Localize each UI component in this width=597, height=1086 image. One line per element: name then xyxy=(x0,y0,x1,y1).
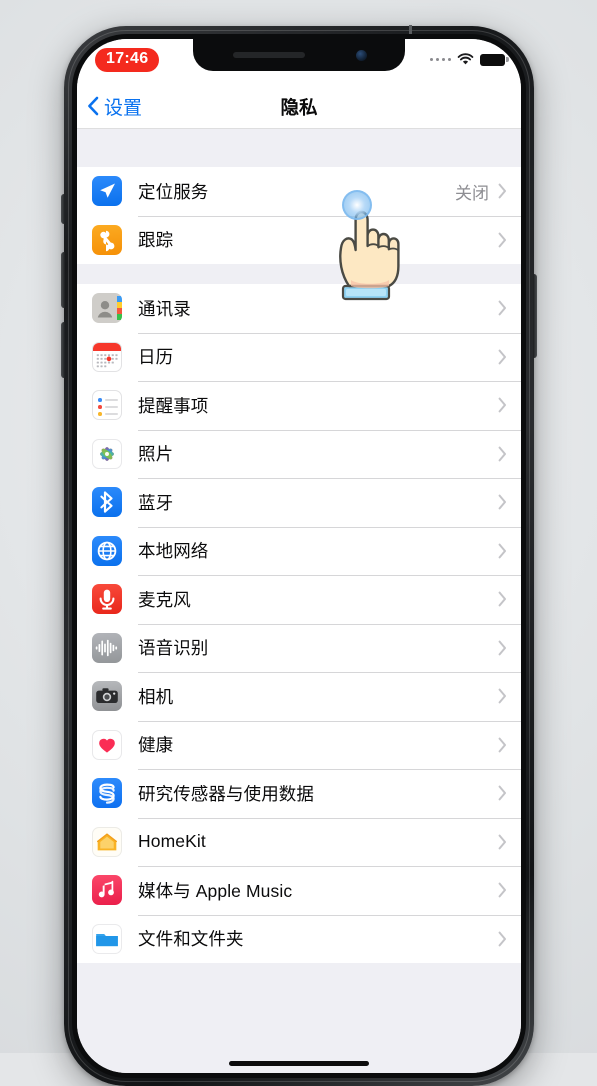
chevron-right-icon xyxy=(498,931,507,947)
row-label: 照片 xyxy=(138,444,174,465)
row-apple-music[interactable]: 媒体与 Apple Music xyxy=(77,866,521,915)
section-gap-middle xyxy=(77,264,521,284)
back-button-label: 设置 xyxy=(104,98,143,119)
page-title: 隐私 xyxy=(280,96,318,118)
back-to-settings-button[interactable]: 设置 xyxy=(87,93,142,120)
row-homekit[interactable]: HomeKit xyxy=(77,817,521,866)
chevron-right-icon xyxy=(498,300,507,316)
volume-down-button[interactable] xyxy=(61,322,65,378)
row-bluetooth[interactable]: 蓝牙 xyxy=(77,478,521,527)
chevron-right-icon xyxy=(498,349,507,365)
bluetooth-icon xyxy=(92,487,122,518)
iphone-screen: 17:46 设置 隐私 定位服务 关闭 跟踪 通讯录 日历 提醒事项 照片 蓝牙… xyxy=(77,39,521,1073)
tracking-icon xyxy=(92,224,122,255)
apple-music-icon xyxy=(92,875,122,906)
section-location-tracking: 定位服务 关闭 跟踪 xyxy=(77,167,521,264)
row-health[interactable]: 健康 xyxy=(77,720,521,769)
row-research-sensor[interactable]: 研究传感器与使用数据 xyxy=(77,769,521,818)
chevron-right-icon xyxy=(498,232,507,248)
chevron-right-icon xyxy=(498,882,507,898)
mute-switch[interactable] xyxy=(61,194,65,224)
speaker-grille xyxy=(233,52,305,58)
row-label: 媒体与 Apple Music xyxy=(138,880,293,901)
chevron-left-icon xyxy=(87,96,99,117)
row-local-network[interactable]: 本地网络 xyxy=(77,526,521,575)
row-label: 研究传感器与使用数据 xyxy=(138,783,314,804)
files-folders-icon xyxy=(92,923,122,954)
row-label: HomeKit xyxy=(138,831,206,852)
row-label: 通讯录 xyxy=(138,298,191,319)
microphone-icon xyxy=(92,584,122,615)
wifi-icon xyxy=(457,53,474,66)
row-label: 蓝牙 xyxy=(138,492,174,513)
speech-recognition-icon xyxy=(92,632,122,663)
photos-icon xyxy=(92,438,122,469)
row-contacts[interactable]: 通讯录 xyxy=(77,284,521,333)
chevron-right-icon xyxy=(498,737,507,753)
row-photos[interactable]: 照片 xyxy=(77,429,521,478)
row-label: 提醒事项 xyxy=(138,395,209,416)
iphone-device-frame: 17:46 设置 隐私 定位服务 关闭 跟踪 通讯录 日历 提醒事项 照片 蓝牙… xyxy=(61,25,537,1086)
power-button[interactable] xyxy=(533,274,537,358)
chevron-right-icon xyxy=(498,183,507,199)
row-calendar[interactable]: 日历 xyxy=(77,332,521,381)
row-label: 文件和文件夹 xyxy=(138,929,244,950)
settings-list[interactable]: 定位服务 关闭 跟踪 通讯录 日历 提醒事项 照片 蓝牙 本地网络 麦克风 语音… xyxy=(77,129,521,1073)
row-label: 健康 xyxy=(138,735,174,756)
row-microphone[interactable]: 麦克风 xyxy=(77,575,521,624)
location-services-icon xyxy=(92,176,122,207)
recording-time-badge[interactable]: 17:46 xyxy=(95,48,160,72)
row-camera[interactable]: 相机 xyxy=(77,672,521,721)
health-icon xyxy=(92,729,122,760)
camera-icon xyxy=(92,681,122,712)
row-label: 日历 xyxy=(138,347,174,368)
contacts-tab-strip xyxy=(117,296,122,321)
chevron-right-icon xyxy=(498,543,507,559)
row-speech-recognition[interactable]: 语音识别 xyxy=(77,623,521,672)
chevron-right-icon xyxy=(498,688,507,704)
chevron-right-icon xyxy=(498,640,507,656)
navigation-bar: 设置 隐私 xyxy=(77,85,521,129)
chevron-right-icon xyxy=(498,834,507,850)
row-tracking[interactable]: 跟踪 xyxy=(77,215,521,264)
calendar-icon xyxy=(92,341,122,372)
status-bar-indicators xyxy=(429,53,509,66)
row-files-folders[interactable]: 文件和文件夹 xyxy=(77,914,521,963)
chevron-right-icon xyxy=(498,785,507,801)
antenna-band xyxy=(409,25,412,37)
volume-up-button[interactable] xyxy=(61,252,65,308)
battery-icon xyxy=(480,53,509,66)
chevron-right-icon xyxy=(498,591,507,607)
local-network-icon xyxy=(92,535,122,566)
row-label: 跟踪 xyxy=(138,230,174,251)
homekit-icon xyxy=(92,826,122,857)
row-label: 麦克风 xyxy=(138,589,191,610)
signal-dots-icon xyxy=(429,57,451,62)
home-indicator xyxy=(229,1061,369,1066)
chevron-right-icon xyxy=(498,446,507,462)
section-app-permissions: 通讯录 日历 提醒事项 照片 蓝牙 本地网络 麦克风 语音识别 相机 健康 研究… xyxy=(77,284,521,963)
row-reminders[interactable]: 提醒事项 xyxy=(77,381,521,430)
row-value-location-state: 关闭 xyxy=(455,183,489,203)
section-gap-top xyxy=(77,129,521,167)
chevron-right-icon xyxy=(498,494,507,510)
contacts-icon xyxy=(92,293,122,324)
row-location-services[interactable]: 定位服务 关闭 xyxy=(77,167,521,216)
front-camera-icon xyxy=(356,50,367,61)
row-label: 定位服务 xyxy=(138,181,209,202)
row-label: 相机 xyxy=(138,686,174,707)
reminders-icon xyxy=(92,390,122,421)
row-label: 本地网络 xyxy=(138,541,209,562)
chevron-right-icon xyxy=(498,397,507,413)
research-sensor-icon xyxy=(92,778,122,809)
notch xyxy=(193,39,405,71)
row-label: 语音识别 xyxy=(138,638,209,659)
